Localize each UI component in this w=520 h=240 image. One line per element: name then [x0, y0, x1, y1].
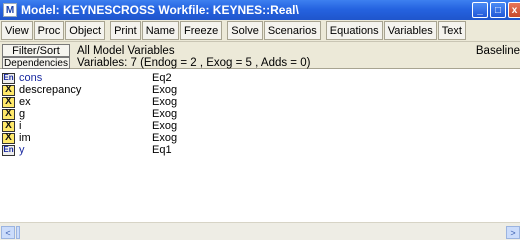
variable-equation: Exog [152, 84, 178, 96]
dependencies-button[interactable]: Dependencies [2, 57, 70, 69]
view-button[interactable]: View [1, 21, 33, 40]
variable-name: ex [19, 96, 31, 108]
variable-equation: Exog [152, 120, 178, 132]
title-bar: M Model: KEYNESCROSS Workfile: KEYNES::R… [0, 0, 520, 20]
model-app-icon: M [3, 3, 17, 17]
variable-row[interactable]: X descrepancy Exog [2, 84, 177, 96]
maximize-button[interactable]: □ [490, 2, 506, 18]
scroll-left-icon[interactable]: < [1, 226, 15, 239]
scroll-thumb[interactable] [16, 226, 20, 239]
variable-row[interactable]: X im Exog [2, 132, 177, 144]
exogenous-variable-icon: X [2, 132, 15, 144]
exogenous-variable-icon: X [2, 108, 15, 120]
variable-equation: Eq1 [152, 144, 172, 156]
variables-button[interactable]: Variables [383, 21, 437, 40]
variable-row[interactable]: X ex Exog [2, 96, 177, 108]
variable-equation: Exog [152, 108, 178, 120]
scroll-right-icon[interactable]: > [506, 226, 520, 239]
variable-name: i [19, 120, 22, 132]
variable-equation: Exog [152, 96, 178, 108]
variable-name: im [19, 132, 31, 144]
window-title: Model: KEYNESCROSS Workfile: KEYNES::Rea… [21, 3, 299, 17]
variable-row[interactable]: En cons Eq2 [2, 72, 172, 84]
variable-row[interactable]: X g Exog [2, 108, 177, 120]
variable-name: cons [19, 72, 43, 84]
equations-button[interactable]: Equations [325, 21, 383, 40]
variable-name: descrepancy [19, 84, 82, 96]
endogenous-variable-icon: En [2, 72, 15, 84]
filter-description: All Model Variables [77, 45, 175, 57]
filter-sort-button[interactable]: Filter/Sort [2, 44, 70, 57]
text-button[interactable]: Text [437, 21, 466, 40]
variable-row[interactable]: X i Exog [2, 120, 177, 132]
object-button[interactable]: Object [65, 21, 106, 40]
name-button[interactable]: Name [141, 21, 180, 40]
toolbar: View Proc Object Print Name Freeze Solve… [0, 20, 520, 42]
model-info-bar: Filter/Sort Dependencies All Model Varia… [0, 42, 520, 69]
freeze-button[interactable]: Freeze [180, 21, 223, 40]
print-button[interactable]: Print [110, 21, 141, 40]
exogenous-variable-icon: X [2, 84, 15, 96]
variable-row[interactable]: En y Eq1 [2, 144, 172, 156]
variable-counts: Variables: 7 (Endog = 2 , Exog = 5 , Add… [77, 57, 311, 69]
scenario-label: Baseline [475, 45, 520, 57]
exogenous-variable-icon: X [2, 120, 15, 132]
variable-equation: Eq2 [152, 72, 172, 84]
variable-equation: Exog [152, 132, 178, 144]
minimize-button[interactable]: _ [472, 2, 488, 18]
solve-button[interactable]: Solve [227, 21, 263, 40]
exogenous-variable-icon: X [2, 96, 15, 108]
proc-button[interactable]: Proc [33, 21, 65, 40]
horizontal-scrollbar[interactable]: < > [0, 222, 520, 240]
close-button[interactable]: x [508, 2, 520, 18]
variable-list: En cons Eq2 X descrepancy Exog X ex Exog… [0, 70, 520, 222]
endogenous-variable-icon: En [2, 144, 15, 156]
scenarios-button[interactable]: Scenarios [263, 21, 321, 40]
variable-name: y [19, 144, 25, 156]
window-controls: _ □ x [472, 2, 520, 18]
variable-name: g [19, 108, 26, 120]
